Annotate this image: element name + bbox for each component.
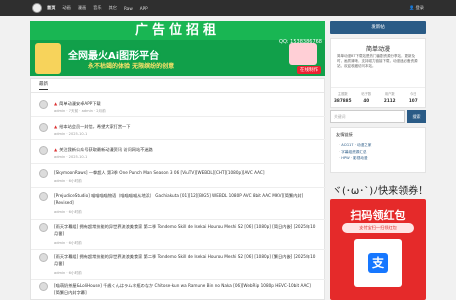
banner-line2: 永不枯竭的体验 无限缤纷的创意 bbox=[88, 63, 175, 70]
divider bbox=[31, 219, 326, 220]
topic-title[interactable]: 简单动漫安卓APP下载 bbox=[59, 101, 100, 106]
stat-label: 主题数 bbox=[337, 92, 348, 96]
divider bbox=[31, 249, 326, 250]
friend-link[interactable]: HPW · 影视动漫 bbox=[339, 155, 424, 162]
topic-tabs: 最新 bbox=[31, 79, 324, 93]
divider bbox=[31, 139, 326, 140]
avatar[interactable] bbox=[39, 253, 48, 262]
stat-value: 387885 bbox=[334, 98, 352, 103]
stat-value: 2112 bbox=[383, 98, 396, 103]
alipay-icon: 支 bbox=[368, 253, 388, 273]
nav-app[interactable]: APP bbox=[140, 6, 148, 11]
search-input[interactable]: 关键词 bbox=[330, 110, 405, 123]
avatar[interactable] bbox=[39, 282, 48, 291]
topic-meta: admin · 7天前 · admin · 2月前 bbox=[54, 109, 106, 113]
divider bbox=[31, 187, 326, 188]
topic-meta: admin · 6小时前 bbox=[54, 271, 82, 275]
promo-caption: ヾ(･ω･`)ﾉ快来领券！ bbox=[332, 186, 429, 197]
topic-meta: admin · 6小时前 bbox=[54, 241, 82, 245]
topic-meta: admin · 6小时前 bbox=[54, 210, 82, 214]
topic-title[interactable]: [雨天字幕组] 拥有超常技能的异世界流浪美食家 第二季 Tondemo Skil… bbox=[54, 223, 316, 237]
main-nav: 首页 动画 漫画 音乐 其它 Raw APP bbox=[47, 0, 155, 16]
search-button[interactable]: 搜索 bbox=[407, 110, 426, 123]
banner-line1: 全网最火Ai图形平台 bbox=[68, 51, 160, 62]
topic-title[interactable]: 关注我新公众号获取最新动漫资讯 访问网站不迷路 bbox=[59, 147, 152, 152]
qr-code: 支 bbox=[354, 239, 402, 287]
nav-raw[interactable]: Raw bbox=[124, 6, 133, 11]
site-logo[interactable] bbox=[32, 3, 42, 13]
search-box: 关键词 搜索 bbox=[330, 110, 426, 124]
stat-label: 帖子数 bbox=[361, 92, 372, 96]
avatar[interactable] bbox=[39, 100, 48, 109]
pin-icon: ▲ bbox=[54, 124, 58, 129]
user-icon: 👤 bbox=[409, 5, 415, 10]
promo-headline: 扫码领红包 bbox=[350, 209, 406, 222]
site-description: 简单动漫BT下载站是热门番剧资源分享站，更新及时，画质清晰，支持磁力链接下载，动… bbox=[337, 54, 418, 69]
site-info-box: 简单动漫 简单动漫BT下载站是热门番剧资源分享站，更新及时，画质清晰，支持磁力链… bbox=[330, 38, 426, 108]
stat-posts: 帖子数 40 bbox=[355, 91, 379, 103]
stat-value: 107 bbox=[408, 98, 418, 103]
promo-subline: 支付宝扫一扫领红包 bbox=[342, 223, 414, 233]
site-stats: 主题数 387885 帖子数 40 用户数 2112 今日 107 bbox=[331, 87, 425, 103]
banner-character-right bbox=[289, 43, 317, 65]
topic-title[interactable]: [PrejudiceStudio] 喵喵喵喵物语（喵喵喵喵从地浜） Gachia… bbox=[54, 192, 316, 206]
banner-badge[interactable]: 在线制作 bbox=[297, 66, 321, 74]
topic-title[interactable]: [喵萌奶茶屋&LoliHouse] 千歳くんはラムネ瓶のなか Chitose-k… bbox=[54, 282, 316, 296]
stat-label: 用户数 bbox=[384, 92, 395, 96]
divider bbox=[31, 279, 326, 280]
stat-value: 40 bbox=[363, 98, 370, 103]
red-packet-ad[interactable]: 扫码领红包 支付宝扫一扫领红包 支 bbox=[330, 199, 426, 300]
site-title: 简单动漫 bbox=[365, 46, 390, 53]
nav-anime[interactable]: 动画 bbox=[62, 5, 70, 11]
banner-character-left bbox=[35, 43, 61, 74]
pin-icon: ▲ bbox=[54, 147, 58, 152]
nav-music[interactable]: 音乐 bbox=[93, 5, 101, 11]
avatar[interactable] bbox=[39, 192, 48, 201]
topic-meta: admin · 2025-10-1 bbox=[54, 132, 88, 136]
login-label: 登录 bbox=[415, 5, 424, 10]
links-title: 友情链接 bbox=[336, 132, 353, 137]
nav-manga[interactable]: 漫画 bbox=[78, 5, 86, 11]
topic-meta: admin · 2025-10-1 bbox=[54, 155, 88, 159]
topic-title[interactable]: [雨天字幕组] 拥有超常技能的异世界流浪美食家 第二季 Tondemo Skil… bbox=[54, 253, 316, 267]
avatar[interactable] bbox=[39, 223, 48, 232]
topic-list-panel: 最新 ▲ 简单动漫安卓APP下载 admin · 7天前 · admin · 2月… bbox=[30, 78, 326, 300]
topic-title[interactable]: [SkymoonRaws] 一拳超人 第3季 One Punch Man Sea… bbox=[54, 169, 316, 176]
divider bbox=[31, 116, 326, 117]
new-post-button[interactable]: 发新帖 bbox=[330, 21, 426, 34]
nav-home[interactable]: 首页 bbox=[47, 5, 55, 11]
stat-topics: 主题数 387885 bbox=[331, 91, 355, 103]
avatar[interactable] bbox=[39, 123, 48, 132]
stat-today: 今日 107 bbox=[402, 91, 426, 103]
stat-label: 今日 bbox=[409, 92, 417, 96]
avatar[interactable] bbox=[39, 146, 48, 155]
friend-links-box: 友情链接 ACG17 · 动漫之家 字幕组资源汇总 HPW · 影视动漫 bbox=[330, 127, 426, 173]
topic-title[interactable]: 给本站会员一封信，希望大家打赏一下 bbox=[59, 124, 130, 129]
divider bbox=[31, 163, 326, 164]
tab-latest[interactable]: 最新 bbox=[39, 81, 48, 90]
topic-meta: admin · 6小时前 bbox=[54, 179, 82, 183]
login-link[interactable]: 👤 登录 bbox=[409, 5, 424, 11]
avatar[interactable] bbox=[39, 169, 48, 178]
nav-other[interactable]: 其它 bbox=[109, 5, 117, 11]
stat-users: 用户数 2112 bbox=[378, 91, 402, 103]
banner-headline: 广告位招租 bbox=[30, 21, 325, 40]
pin-icon: ▲ bbox=[54, 101, 58, 106]
ad-banner[interactable]: 广告位招租 QQ: 1538386768 全网最火Ai图形平台 永不枯竭的体验 … bbox=[30, 21, 325, 76]
links-list: ACG17 · 动漫之家 字幕组资源汇总 HPW · 影视动漫 bbox=[339, 142, 424, 162]
top-navbar: 首页 动画 漫画 音乐 其它 Raw APP 👤 登录 bbox=[0, 0, 456, 16]
